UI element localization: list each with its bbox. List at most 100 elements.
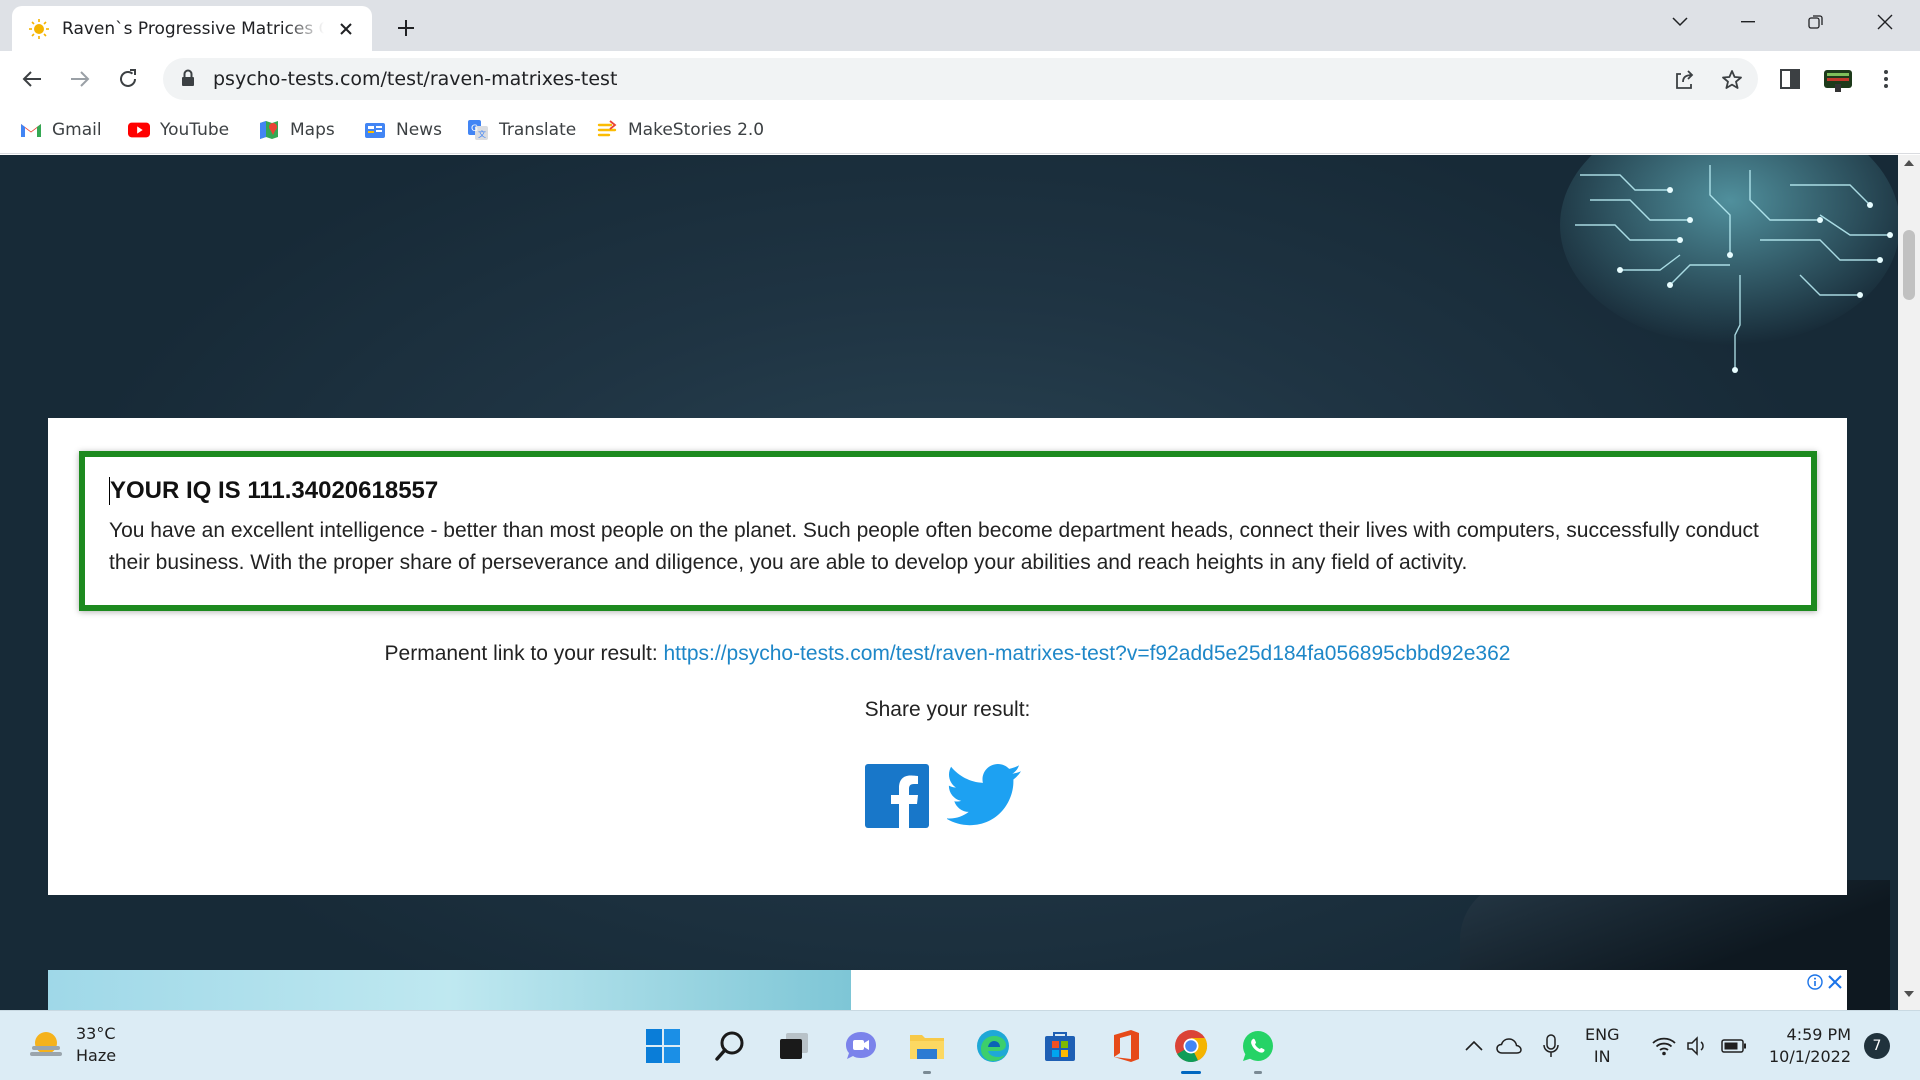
weather-temperature: 33°C <box>76 1024 116 1043</box>
whatsapp-button[interactable] <box>1237 1025 1279 1074</box>
bookmark-maps[interactable]: Maps <box>258 116 335 144</box>
bookmark-makestories[interactable]: MakeStories 2.0 <box>596 116 764 144</box>
translate-icon: G文 <box>467 119 489 141</box>
teams-chat-icon <box>846 1032 876 1059</box>
clock-time: 4:59 PM <box>1786 1025 1851 1044</box>
bookmark-label: News <box>396 120 442 140</box>
bookmark-label: Gmail <box>52 120 102 140</box>
bookmark-youtube[interactable]: YouTube <box>128 116 229 144</box>
profile-avatar[interactable] <box>1822 63 1854 95</box>
reload-icon[interactable] <box>110 61 146 97</box>
bookmark-label: Translate <box>499 120 577 140</box>
share-icon[interactable] <box>1671 67 1697 93</box>
task-view-icon <box>780 1033 808 1059</box>
windows-taskbar: 33°C Haze ENG IN 4:59 PM 10/1/2022 7 <box>0 1010 1920 1080</box>
microsoft-store-button[interactable] <box>1039 1025 1081 1067</box>
folder-icon <box>910 1035 944 1059</box>
whatsapp-icon <box>1243 1031 1273 1061</box>
search-button[interactable] <box>709 1025 751 1067</box>
chrome-button[interactable] <box>1170 1025 1212 1074</box>
haze-weather-icon <box>30 1032 62 1056</box>
show-hidden-icons-chevron-up-icon[interactable] <box>1460 1032 1488 1060</box>
side-panel-icon[interactable] <box>1774 63 1806 95</box>
browser-toolbar: psycho-tests.com/test/raven-matrixes-tes… <box>0 51 1920 106</box>
clock-date: 10/1/2022 <box>1768 1047 1851 1066</box>
bookmarks-bar: Gmail YouTube Maps News G文 Translate Mak… <box>0 106 1920 154</box>
news-icon <box>364 119 386 141</box>
weather-widget[interactable]: 33°C Haze <box>28 1023 116 1067</box>
windows-logo-icon <box>646 1029 680 1063</box>
onedrive-cloud-icon[interactable] <box>1495 1032 1523 1060</box>
scroll-down-arrow-icon[interactable] <box>1898 990 1920 1006</box>
url-text[interactable]: psycho-tests.com/test/raven-matrixes-tes… <box>213 68 617 90</box>
tab-strip: Raven`s Progressive Matrices Online <box>0 0 1920 51</box>
bookmark-label: MakeStories 2.0 <box>628 120 765 140</box>
iq-description: You have an excellent intelligence - bet… <box>109 519 1759 574</box>
ad-image[interactable] <box>48 970 851 1010</box>
edge-icon <box>977 1030 1009 1062</box>
start-button[interactable] <box>642 1025 684 1067</box>
notification-count-badge[interactable]: 7 <box>1864 1033 1890 1059</box>
facebook-icon[interactable] <box>865 764 929 828</box>
lock-icon <box>182 69 194 86</box>
share-result-label: Share your result: <box>864 698 1031 721</box>
back-arrow-icon[interactable] <box>14 61 50 97</box>
bookmark-star-icon[interactable] <box>1719 67 1745 93</box>
advertisement-banner[interactable] <box>48 970 1847 1010</box>
circuit-brain-graphic <box>1560 155 1898 373</box>
new-tab-button[interactable] <box>390 12 422 44</box>
close-window-icon[interactable] <box>1855 0 1915 44</box>
site-favicon-icon <box>29 18 49 39</box>
language-code: ENG <box>1585 1025 1620 1044</box>
microphone-icon[interactable] <box>1537 1032 1565 1060</box>
page-scrollbar[interactable] <box>1898 155 1920 1010</box>
forward-arrow-icon[interactable] <box>62 61 98 97</box>
share-buttons <box>865 764 1045 834</box>
ad-close-icon[interactable] <box>1827 974 1843 990</box>
wifi-icon[interactable] <box>1650 1032 1678 1060</box>
weather-description: Haze <box>76 1046 117 1065</box>
office-button[interactable] <box>1105 1025 1147 1067</box>
iq-result-box: YOUR IQ IS 111.34020618557 You have an e… <box>79 451 1817 611</box>
tab-close-icon[interactable] <box>334 17 358 41</box>
menu-kebab-icon[interactable] <box>1870 63 1902 95</box>
scrollbar-thumb[interactable] <box>1903 230 1915 300</box>
restore-icon[interactable] <box>1786 0 1846 44</box>
battery-icon[interactable] <box>1720 1032 1748 1060</box>
bookmark-news[interactable]: News <box>364 116 442 144</box>
minimize-icon[interactable] <box>1718 0 1778 44</box>
iq-score-heading: YOUR IQ IS 111.34020618557 <box>109 477 1787 505</box>
tab-title: Raven`s Progressive Matrices Online <box>62 18 324 39</box>
tab-raven-matrices[interactable]: Raven`s Progressive Matrices Online <box>12 6 372 51</box>
svg-text:文: 文 <box>478 129 486 139</box>
file-explorer-button[interactable] <box>906 1025 948 1074</box>
bookmark-translate[interactable]: G文 Translate <box>467 116 576 144</box>
youtube-icon <box>128 119 150 141</box>
twitter-icon[interactable] <box>947 764 1021 826</box>
search-icon <box>715 1031 744 1061</box>
result-card: YOUR IQ IS 111.34020618557 You have an e… <box>48 418 1847 895</box>
teams-chat-button[interactable] <box>840 1025 882 1067</box>
permanent-link-row: Permanent link to your result: https://p… <box>48 642 1847 666</box>
bookmark-label: Maps <box>290 120 335 140</box>
volume-icon[interactable] <box>1684 1032 1712 1060</box>
tab-search-chevron-down-icon[interactable] <box>1650 0 1710 44</box>
maps-icon <box>258 119 280 141</box>
bookmark-gmail[interactable]: Gmail <box>20 116 102 144</box>
input-language-indicator[interactable]: ENG IN <box>1585 1024 1619 1068</box>
chrome-icon <box>1175 1030 1208 1063</box>
address-bar[interactable]: psycho-tests.com/test/raven-matrixes-tes… <box>163 58 1758 100</box>
ad-controls <box>1807 974 1843 990</box>
permanent-result-link[interactable]: https://psycho-tests.com/test/raven-matr… <box>664 642 1511 665</box>
region-code: IN <box>1593 1047 1611 1066</box>
page-viewport: YOUR IQ IS 111.34020618557 You have an e… <box>0 155 1898 1010</box>
permanent-link-label: Permanent link to your result: <box>384 642 664 665</box>
ad-info-icon[interactable] <box>1807 974 1823 990</box>
store-icon <box>1045 1032 1075 1061</box>
edge-browser-button[interactable] <box>972 1025 1014 1067</box>
scroll-up-arrow-icon[interactable] <box>1898 159 1920 175</box>
makestories-icon <box>596 119 618 141</box>
system-clock[interactable]: 4:59 PM 10/1/2022 <box>1765 1024 1851 1068</box>
office-icon <box>1114 1030 1139 1062</box>
task-view-button[interactable] <box>773 1025 815 1067</box>
